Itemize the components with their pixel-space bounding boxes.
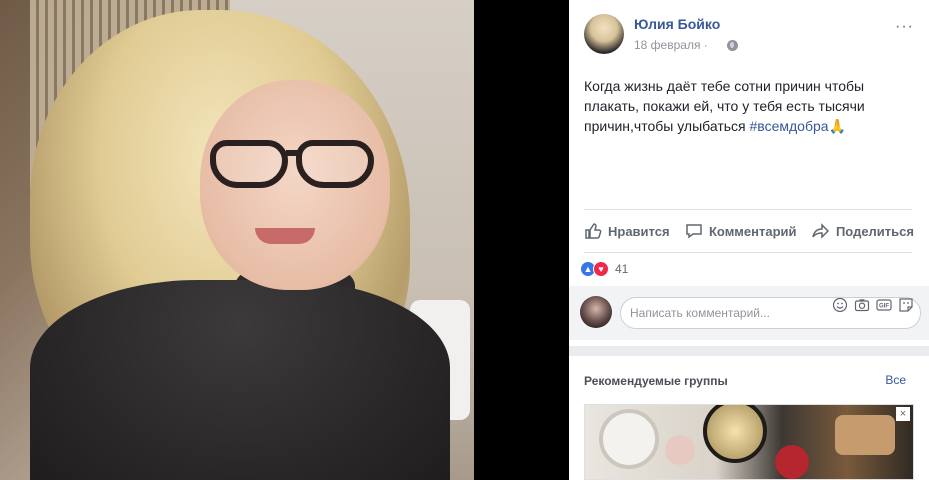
group-image-board	[835, 415, 895, 455]
post-text: Когда жизнь даёт тебе сотни причин чтобы…	[584, 76, 914, 136]
date-separator: ·	[703, 38, 708, 52]
actions-bottom-divider	[584, 252, 912, 253]
actions-top-divider	[584, 209, 912, 210]
viewer-avatar	[580, 296, 612, 328]
group-cover-image[interactable]: ×	[584, 404, 914, 480]
group-image-bowl	[775, 445, 809, 479]
share-label: Поделиться	[835, 223, 914, 239]
author-name[interactable]: Юлия Бойко	[634, 16, 720, 32]
suggested-groups-title: Рекомендуемые группы	[584, 374, 728, 388]
thumbs-up-icon	[585, 223, 602, 239]
comment-icon	[686, 224, 702, 239]
post-actions: Нравится Комментарий Поделиться	[584, 216, 914, 246]
comment-composer: Написать комментарий... GIF	[569, 286, 929, 340]
camera-icon[interactable]	[853, 296, 871, 314]
like-button[interactable]: Нравится	[584, 222, 670, 240]
pray-emoji: 🙏	[828, 118, 846, 134]
close-icon[interactable]: ×	[896, 407, 910, 421]
photo-sweater	[30, 280, 450, 480]
post-header: Юлия Бойко 18 февраля · ···	[584, 14, 914, 58]
comment-label: Комментарий	[708, 223, 797, 239]
gif-icon[interactable]: GIF	[875, 296, 893, 314]
glasses-left-lens	[210, 140, 288, 188]
glasses-bridge	[286, 150, 300, 156]
see-all-link[interactable]: Все	[885, 373, 906, 387]
photo-area	[0, 0, 569, 480]
reaction-count: 41	[615, 262, 629, 276]
comment-tools: GIF	[831, 296, 915, 314]
post-date[interactable]: 18 февраля ·	[634, 38, 708, 52]
love-reaction-icon: ♥	[593, 261, 609, 277]
emoji-icon[interactable]	[831, 296, 849, 314]
author-avatar[interactable]	[584, 14, 624, 54]
glasses-right-lens	[296, 140, 374, 188]
post-photo[interactable]	[0, 0, 474, 480]
svg-text:GIF: GIF	[879, 304, 889, 310]
post-side-panel: Юлия Бойко 18 февраля · ··· Когда жизнь …	[569, 0, 929, 480]
post-date-text[interactable]: 18 февраля	[634, 38, 700, 52]
reactions-summary[interactable]: ▲ ♥ 41	[580, 260, 628, 278]
more-options-icon[interactable]: ···	[895, 18, 914, 36]
group-image-plate	[599, 409, 659, 469]
share-icon	[812, 223, 830, 239]
photo-viewer: Юлия Бойко 18 февраля · ··· Когда жизнь …	[0, 0, 929, 480]
suggested-groups-area: Рекомендуемые группы Все ×	[569, 346, 929, 480]
globe-icon[interactable]	[727, 40, 738, 51]
group-image-plate	[703, 405, 767, 463]
suggested-groups-card: Рекомендуемые группы Все ×	[569, 356, 929, 480]
comment-button[interactable]: Комментарий	[685, 222, 797, 240]
sticker-icon[interactable]	[897, 296, 915, 314]
hashtag-link[interactable]: #всемдобра	[750, 118, 829, 134]
like-label: Нравится	[608, 223, 670, 239]
share-button[interactable]: Поделиться	[812, 222, 914, 240]
photo-smile	[255, 228, 315, 244]
group-image-cup	[665, 435, 695, 465]
